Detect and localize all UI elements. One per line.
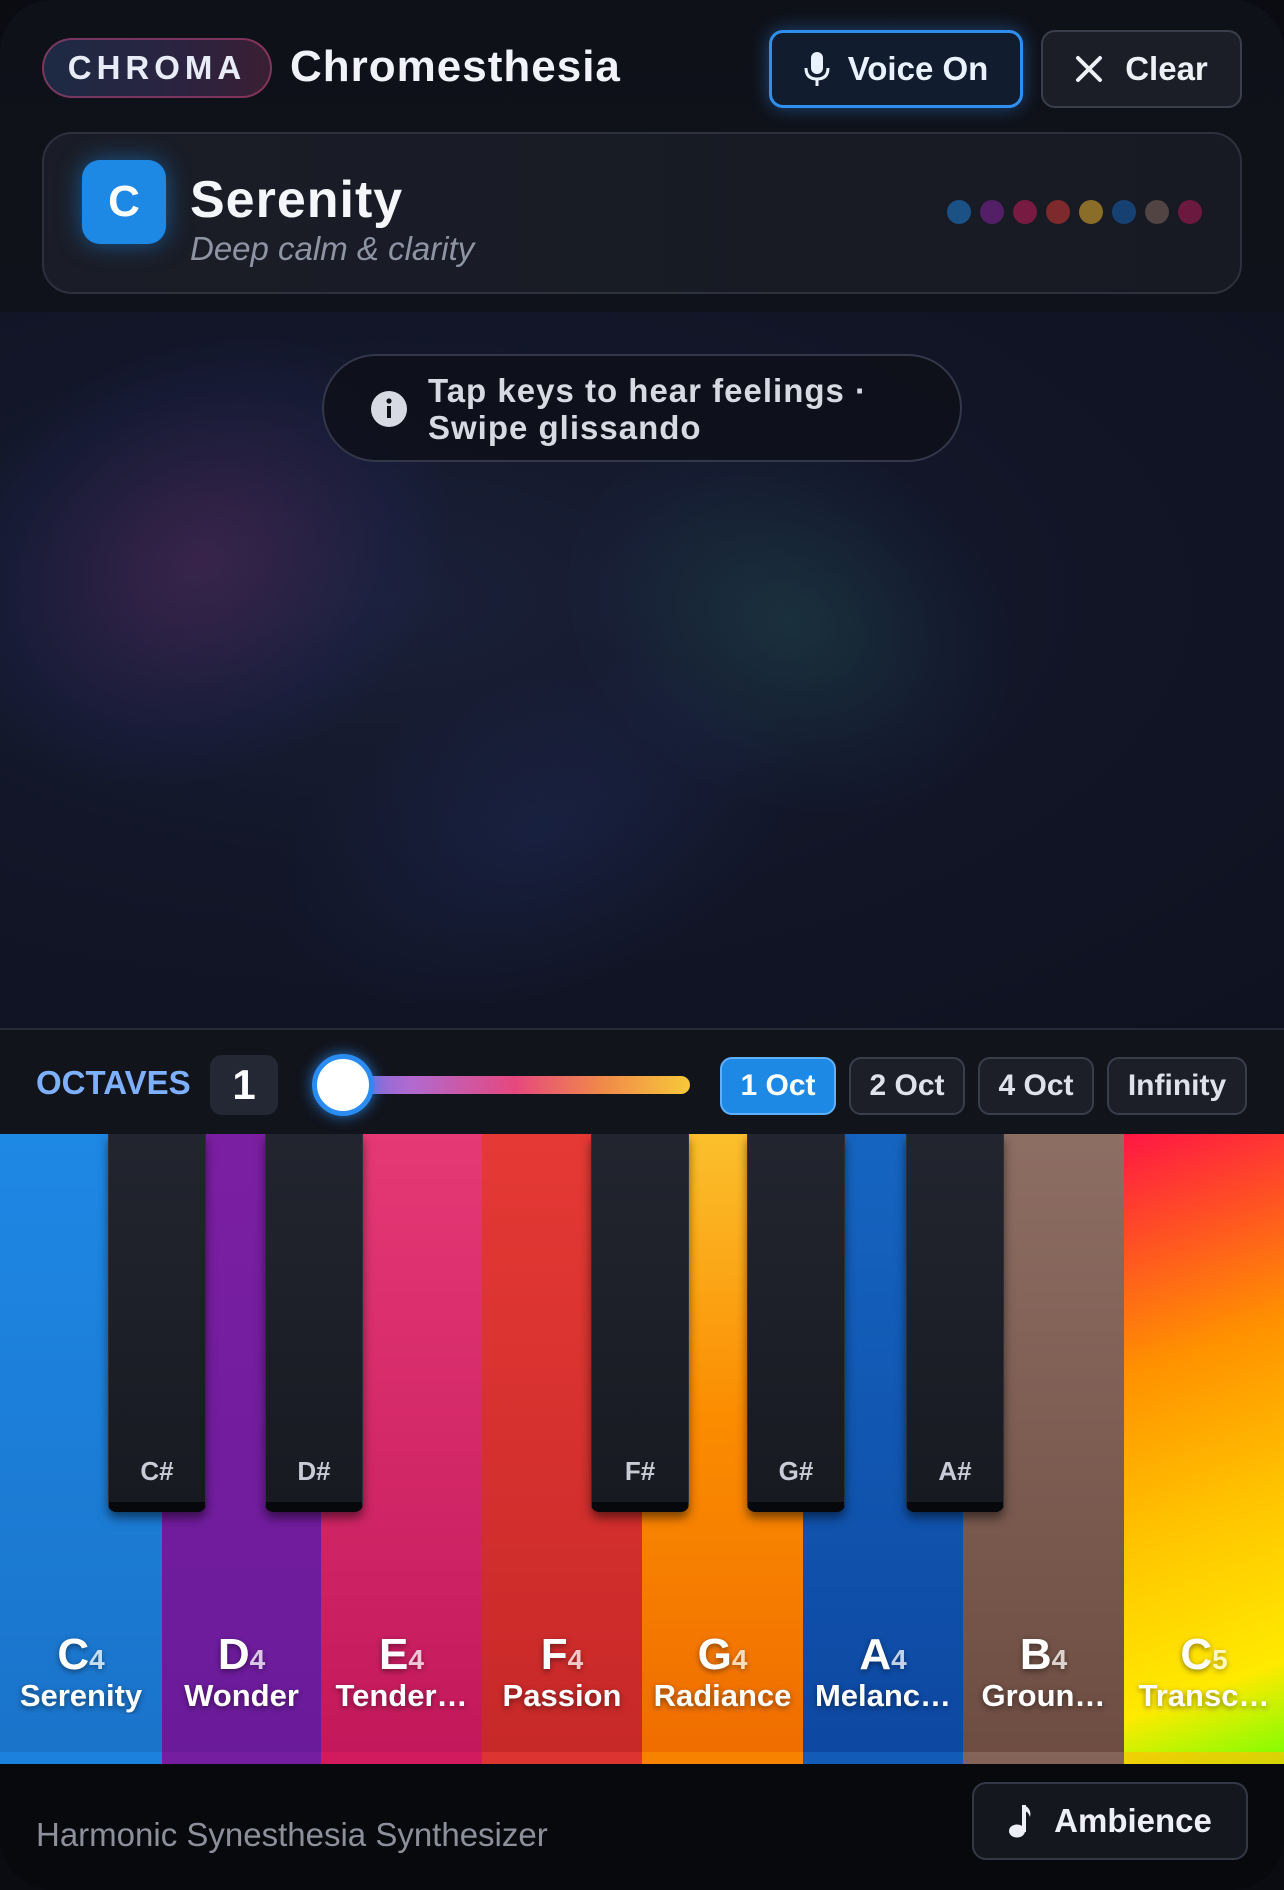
piano-key-c5[interactable]: C5 Transc… [1124, 1134, 1284, 1764]
key-octave-number: 4 [567, 1644, 584, 1675]
key-octave-number: 4 [891, 1644, 907, 1675]
key-color-strip [803, 1752, 963, 1764]
header: CHROMA Chromesthesia Voice On Clear C Se… [0, 0, 1284, 312]
key-note-label: F4 [482, 1630, 642, 1680]
key-feeling-label: Transc… [1138, 1678, 1270, 1713]
key-octave-number: 4 [89, 1644, 105, 1675]
ambience-label: Ambience [1054, 1802, 1212, 1839]
key-note-label: D4 [162, 1630, 321, 1680]
key-color-strip [642, 1752, 803, 1764]
mood-description: Deep calm & clarity [190, 230, 475, 267]
black-key-label: G# [778, 1456, 814, 1486]
piano-keyboard: C4 Serenity D4 Wonder E4 Tender… F4 Passion G4 Ra… [0, 1134, 1284, 1764]
key-note-letter: D [217, 1630, 250, 1679]
black-key-label: D# [297, 1456, 331, 1486]
visualizer-canvas[interactable]: Tap keys to hear feelings · Swipe glissa… [0, 312, 1284, 1028]
key-color-strip [162, 1752, 321, 1764]
mood-name: Serenity [190, 171, 404, 229]
piano-key-c-sharp[interactable]: C# [108, 1134, 206, 1512]
key-feeling-label: Serenity [19, 1678, 143, 1713]
app-window: CHROMA Chromesthesia Voice On Clear C Se… [0, 0, 1284, 1890]
key-note-label: E4 [321, 1630, 482, 1680]
key-note-letter: B [1019, 1630, 1052, 1679]
current-key-badge: C [82, 160, 166, 244]
brand-badge: CHROMA [42, 38, 272, 98]
key-note-letter: G [697, 1630, 732, 1679]
key-feeling-label: Wonder [184, 1678, 299, 1713]
key-color-strip [0, 1752, 162, 1764]
mood-card: C Serenity Deep calm & clarity [42, 132, 1242, 294]
black-key-label: C# [140, 1456, 174, 1486]
mood-color-dot [1013, 200, 1037, 224]
octave-option-4[interactable]: 4 Oct [978, 1057, 1094, 1115]
piano-key-d-sharp[interactable]: D# [265, 1134, 363, 1512]
mood-color-dot [1112, 200, 1136, 224]
octaves-label: OCTAVES [36, 1064, 191, 1101]
black-key-label: F# [624, 1456, 656, 1486]
info-icon [371, 391, 407, 427]
key-feeling-label: Tender… [335, 1678, 468, 1713]
mood-color-dot [1046, 200, 1070, 224]
key-color-strip [321, 1752, 482, 1764]
key-octave-number: 4 [408, 1644, 424, 1675]
piano-key-g-sharp[interactable]: G# [747, 1134, 845, 1512]
octave-option-1[interactable]: 1 Oct [720, 1057, 836, 1115]
mood-color-dot [1079, 200, 1103, 224]
black-key-label: A# [938, 1456, 972, 1486]
key-note-label: B4 [963, 1630, 1124, 1680]
key-octave-number: 5 [1212, 1644, 1228, 1675]
clear-label: Clear [1125, 50, 1208, 87]
key-feeling-label: Radiance [653, 1678, 792, 1713]
key-note-letter: E [379, 1630, 409, 1679]
key-color-strip [482, 1752, 642, 1764]
clear-button[interactable]: Clear [1041, 30, 1242, 108]
key-note-label: G4 [642, 1630, 803, 1680]
voice-toggle-button[interactable]: Voice On [769, 30, 1023, 108]
key-note-label: C4 [0, 1630, 162, 1680]
hint-text: Tap keys to hear feelings · Swipe glissa… [428, 372, 868, 446]
microphone-icon [804, 52, 830, 86]
key-color-strip [963, 1752, 1124, 1764]
mood-color-dots [947, 200, 1202, 224]
key-note-letter: F [540, 1630, 568, 1679]
key-octave-number: 4 [249, 1644, 266, 1675]
footer: Harmonic Synesthesia Synthesizer Ambienc… [0, 1764, 1284, 1890]
mood-color-dot [980, 200, 1004, 224]
key-note-label: A4 [803, 1630, 963, 1680]
voice-label: Voice On [847, 50, 989, 87]
octave-value: 1 [210, 1055, 278, 1115]
key-octave-number: 4 [1051, 1644, 1068, 1675]
key-feeling-label: Melanc… [814, 1678, 952, 1713]
app-title: Chromesthesia [290, 42, 621, 91]
octave-slider-thumb[interactable] [312, 1054, 374, 1116]
key-feeling-label: Passion [502, 1678, 622, 1713]
key-octave-number: 4 [731, 1644, 748, 1675]
key-note-letter: C [57, 1630, 90, 1679]
octave-option-infinity[interactable]: Infinity [1107, 1057, 1247, 1115]
mood-color-dot [1178, 200, 1202, 224]
close-icon [1076, 56, 1103, 82]
ambience-button[interactable]: Ambience [972, 1782, 1248, 1860]
key-feeling-label: Groun… [981, 1678, 1106, 1713]
piano-key-a-sharp[interactable]: A# [906, 1134, 1004, 1512]
key-note-letter: C [1180, 1630, 1213, 1679]
octave-option-2[interactable]: 2 Oct [849, 1057, 965, 1115]
hint-pill: Tap keys to hear feelings · Swipe glissa… [322, 354, 962, 462]
music-note-icon [1009, 1805, 1031, 1838]
key-color-strip [1124, 1752, 1284, 1764]
footer-tagline: Harmonic Synesthesia Synthesizer [36, 1816, 548, 1853]
mood-color-dot [947, 200, 971, 224]
key-note-letter: A [859, 1630, 892, 1679]
octave-slider-track[interactable] [340, 1076, 690, 1094]
octave-control-bar: OCTAVES 1 1 Oct 2 Oct 4 Oct Infinity [0, 1028, 1284, 1134]
mood-color-dot [1145, 200, 1169, 224]
piano-key-f-sharp[interactable]: F# [591, 1134, 689, 1512]
key-note-label: C5 [1124, 1630, 1284, 1680]
